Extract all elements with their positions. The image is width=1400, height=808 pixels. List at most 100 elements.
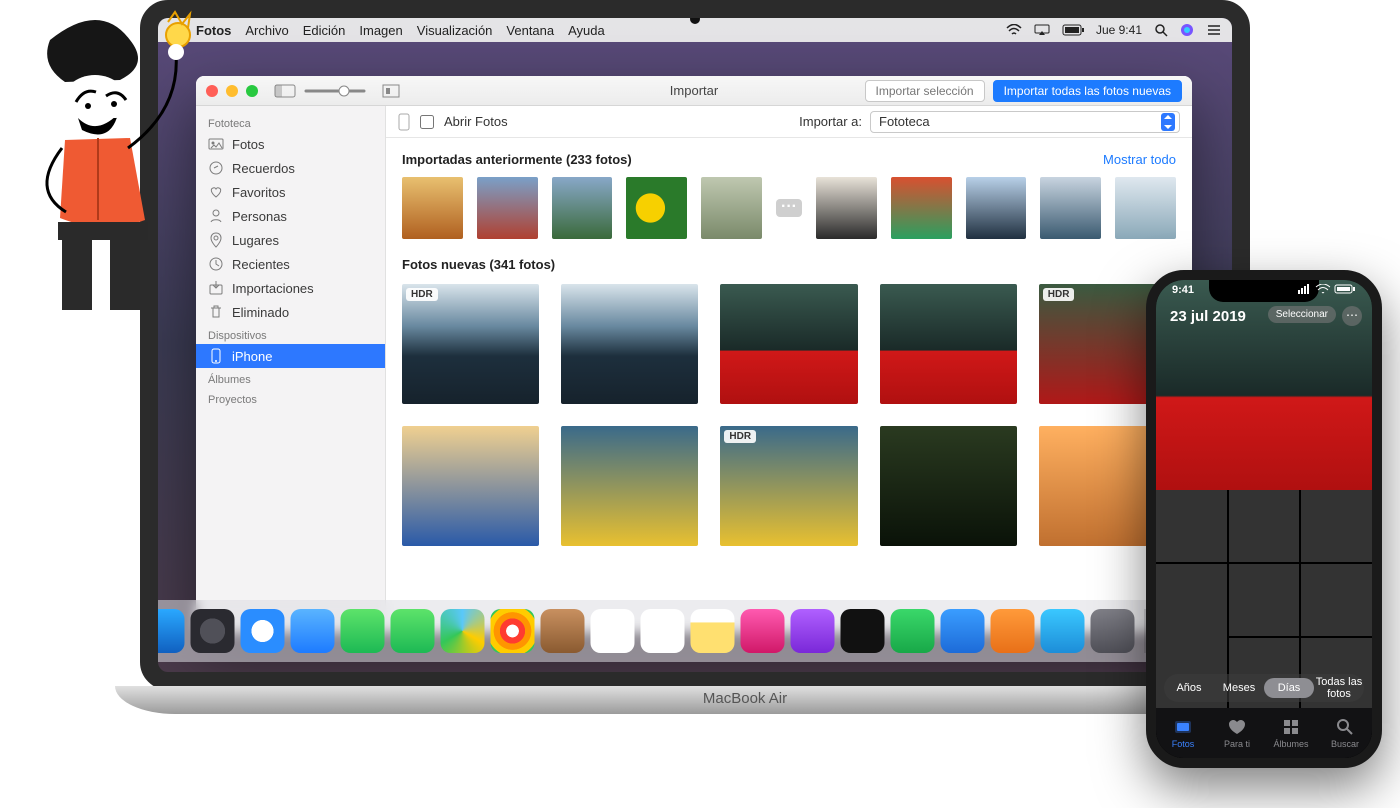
import-scroll-area[interactable]: Importadas anteriormente (233 fotos) Mos… (386, 138, 1192, 632)
menubar-item-edicion[interactable]: Edición (303, 23, 346, 38)
sidebar-item-lugares[interactable]: Lugares (196, 228, 385, 252)
photo-thumb[interactable]: HDR (720, 426, 857, 546)
menubar-clock[interactable]: Jue 9:41 (1096, 23, 1142, 37)
dock-numbers[interactable] (891, 609, 935, 653)
dock-finder[interactable] (141, 609, 185, 653)
seg-years[interactable]: Años (1164, 678, 1214, 698)
dock-calendar[interactable] (591, 609, 635, 653)
wifi-icon (1315, 284, 1331, 294)
dock-reminders[interactable] (641, 609, 685, 653)
thumbnail[interactable] (891, 177, 952, 239)
sidebar-item-fotos[interactable]: Fotos (196, 132, 385, 156)
photo-thumb[interactable]: HDR (402, 284, 539, 404)
thumbnail-size-icon[interactable] (382, 84, 400, 98)
airplay-icon[interactable] (1034, 24, 1050, 36)
thumbnail[interactable] (402, 177, 463, 239)
menubar-item-ayuda[interactable]: Ayuda (568, 23, 605, 38)
photo-thumb[interactable] (720, 284, 857, 404)
dock-appstore[interactable] (1041, 609, 1085, 653)
dock-preferences[interactable] (1091, 609, 1135, 653)
menubar-item-imagen[interactable]: Imagen (359, 23, 402, 38)
dock-photos[interactable] (491, 609, 535, 653)
siri-icon[interactable] (1180, 23, 1194, 37)
dock-tv[interactable] (841, 609, 885, 653)
notification-center-icon[interactable] (1206, 24, 1222, 36)
menubar-item-ventana[interactable]: Ventana (506, 23, 554, 38)
seg-days[interactable]: Días (1264, 678, 1314, 698)
dock-safari[interactable] (241, 609, 285, 653)
photo-thumb[interactable] (561, 284, 698, 404)
iphone-thumb[interactable] (1229, 564, 1300, 636)
iphone-select-button[interactable]: Seleccionar (1268, 306, 1336, 323)
battery-icon[interactable] (1062, 24, 1084, 36)
dock-mail[interactable] (291, 609, 335, 653)
thumbnail[interactable] (1115, 177, 1176, 239)
dock-launchpad[interactable] (191, 609, 235, 653)
dock-facetime[interactable] (391, 609, 435, 653)
dock-contacts[interactable] (541, 609, 585, 653)
thumbnail[interactable] (701, 177, 762, 239)
wifi-icon[interactable] (1006, 24, 1022, 36)
photo-thumb[interactable] (880, 284, 1017, 404)
dock-maps[interactable] (441, 609, 485, 653)
sidebar-label: Recuerdos (232, 161, 295, 176)
import-all-button[interactable]: Importar todas las fotos nuevas (993, 80, 1182, 102)
sidebar-item-eliminado[interactable]: Eliminado (196, 300, 385, 324)
dock-podcasts[interactable] (791, 609, 835, 653)
open-photos-checkbox[interactable] (420, 115, 434, 129)
sidebar-item-recientes[interactable]: Recientes (196, 252, 385, 276)
photo-thumb[interactable] (402, 426, 539, 546)
tab-fotos[interactable]: Fotos (1156, 708, 1210, 758)
minimize-icon[interactable] (226, 85, 238, 97)
iphone-hero[interactable]: 23 jul 2019 Seleccionar ⋯ (1156, 280, 1372, 490)
sidebar-section-albums[interactable]: Álbumes (196, 368, 385, 388)
tab-label: Álbumes (1273, 739, 1308, 749)
zoom-slider[interactable] (304, 84, 374, 98)
iphone-thumb[interactable] (1229, 490, 1300, 562)
thumbnail[interactable] (626, 177, 687, 239)
iphone-thumb[interactable] (1301, 490, 1372, 562)
dock-music[interactable] (741, 609, 785, 653)
import-selection-button[interactable]: Importar selección (865, 80, 985, 102)
menubar-item-visualizacion[interactable]: Visualización (417, 23, 493, 38)
thumbnail[interactable] (816, 177, 877, 239)
iphone-view-segmented[interactable]: Años Meses Días Todas las fotos (1164, 674, 1364, 702)
clock-icon (208, 256, 224, 272)
sidebar-item-recuerdos[interactable]: Recuerdos (196, 156, 385, 180)
sidebar-item-importaciones[interactable]: Importaciones (196, 276, 385, 300)
sidebar-toggle-icon[interactable] (274, 84, 296, 98)
sidebar-section-projects[interactable]: Proyectos (196, 388, 385, 408)
thumbnail[interactable] (552, 177, 613, 239)
photo-thumb[interactable] (880, 426, 1017, 546)
show-all-link[interactable]: Mostrar todo (1103, 152, 1176, 167)
dock-notes[interactable] (691, 609, 735, 653)
iphone-more-button[interactable]: ⋯ (1342, 306, 1362, 326)
import-destination-select[interactable]: Fototeca (870, 111, 1180, 133)
iphone-thumb[interactable] (1301, 564, 1372, 636)
memories-icon (208, 160, 224, 176)
seg-months[interactable]: Meses (1214, 678, 1264, 698)
sidebar-item-personas[interactable]: Personas (196, 204, 385, 228)
spotlight-icon[interactable] (1154, 23, 1168, 37)
thumbnail[interactable] (1040, 177, 1101, 239)
iphone-thumb[interactable] (1156, 490, 1227, 562)
thumbnail[interactable] (477, 177, 538, 239)
menubar-item-archivo[interactable]: Archivo (245, 23, 288, 38)
traffic-lights[interactable] (206, 85, 258, 97)
more-indicator[interactable] (776, 199, 802, 217)
seg-all[interactable]: Todas las fotos (1314, 672, 1364, 704)
hdr-badge: HDR (406, 288, 438, 301)
tab-parati[interactable]: Para ti (1210, 708, 1264, 758)
dock-keynote[interactable] (941, 609, 985, 653)
sidebar-label: Importaciones (232, 281, 314, 296)
sidebar-label: Recientes (232, 257, 290, 272)
dock-pages[interactable] (991, 609, 1035, 653)
tab-buscar[interactable]: Buscar (1318, 708, 1372, 758)
fullscreen-icon[interactable] (246, 85, 258, 97)
sidebar-item-favoritos[interactable]: Favoritos (196, 180, 385, 204)
photo-thumb[interactable] (561, 426, 698, 546)
thumbnail[interactable] (966, 177, 1027, 239)
tab-albumes[interactable]: Álbumes (1264, 708, 1318, 758)
dock-messages[interactable] (341, 609, 385, 653)
sidebar-item-iphone[interactable]: iPhone (196, 344, 385, 368)
